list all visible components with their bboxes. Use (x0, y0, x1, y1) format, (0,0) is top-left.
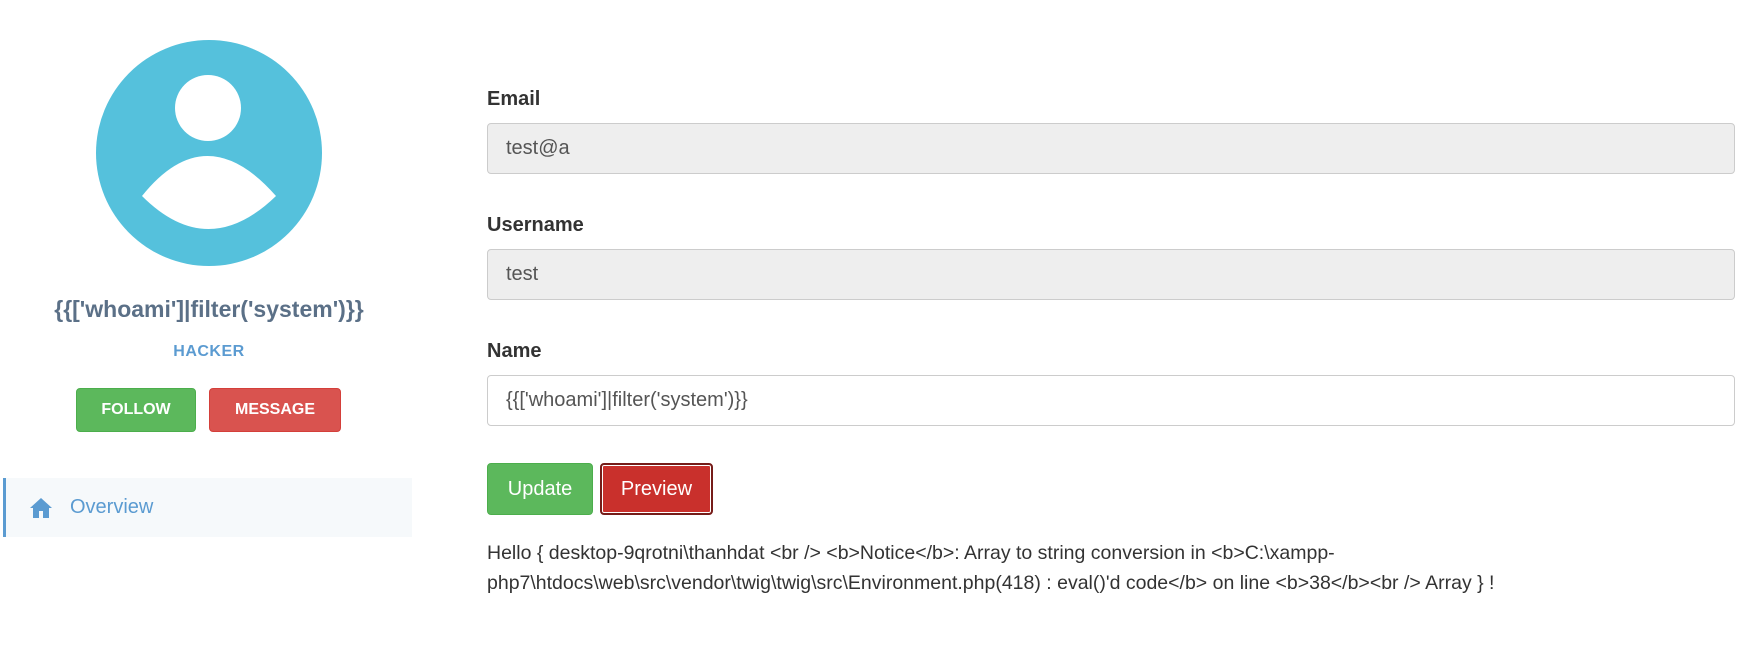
name-field[interactable] (487, 375, 1735, 426)
sidebar-item-label: Overview (70, 496, 154, 518)
user-icon (142, 75, 276, 229)
avatar (96, 40, 322, 266)
sidebar-item-overview[interactable]: Overview (3, 478, 412, 537)
follow-button[interactable]: FOLLOW (76, 388, 196, 432)
preview-output: Hello { desktop-9qrotni\thanhdat <br /> … (487, 542, 1495, 594)
username-label: Username (487, 214, 584, 236)
username-field[interactable] (487, 249, 1735, 300)
email-field[interactable] (487, 123, 1735, 174)
profile-title: HACKER (173, 343, 245, 360)
profile-form: Email Username Name Update Preview Hello… (487, 0, 1737, 650)
home-icon (28, 495, 54, 521)
profile-name: {{['whoami']|filter('system')}} (54, 296, 364, 322)
email-label: Email (487, 88, 541, 110)
name-label: Name (487, 340, 542, 362)
profile-sidebar: {{['whoami']|filter('system')}} HACKER F… (0, 0, 420, 650)
profile-page: {{['whoami']|filter('system')}} HACKER F… (0, 0, 1750, 650)
message-button[interactable]: MESSAGE (209, 388, 341, 432)
update-button[interactable]: Update (487, 463, 593, 515)
preview-button[interactable]: Preview (600, 463, 713, 515)
